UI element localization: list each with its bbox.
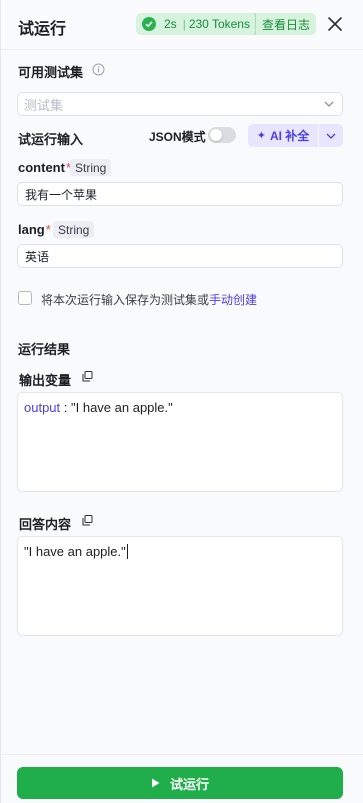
run-button[interactable]: 试运行 (17, 767, 343, 799)
output-var-label: 输出变量 (19, 373, 72, 388)
json-mode-label: JSON模式 (149, 130, 206, 144)
ai-complete-button[interactable]: ✦ AI 补全 (248, 124, 318, 147)
play-icon (151, 778, 160, 788)
testset-select[interactable]: 测试集 (17, 92, 343, 116)
save-as-testset-checkbox[interactable] (18, 291, 32, 305)
output-key: output (24, 400, 61, 415)
save-option-text: 将本次运行输入保存为测试集或 (41, 293, 210, 307)
run-duration: 2s (164, 17, 177, 31)
panel-title: 试运行 (18, 21, 67, 38)
run-button-label: 试运行 (169, 776, 209, 792)
field-lang-label: lang* (18, 222, 51, 237)
field-lang-name: lang (18, 222, 45, 237)
panel-header: 试运行 2s | 230 Tokens 查看日志 (1, 0, 363, 50)
run-status-badge: 2s | 230 Tokens 查看日志 (136, 13, 316, 35)
output-var-box[interactable]: output : "I have an apple." (17, 392, 343, 492)
ai-complete-dropdown[interactable] (319, 124, 343, 147)
json-mode-toggle[interactable] (208, 127, 236, 143)
answer-label: 回答内容 (19, 517, 72, 532)
copy-icon[interactable] (82, 515, 93, 526)
badge-separator: | (182, 17, 186, 31)
close-icon (328, 17, 342, 31)
testset-label: 可用测试集 (18, 65, 84, 80)
run-input-label: 试运行输入 (18, 132, 84, 147)
view-log-link[interactable]: 查看日志 (254, 13, 316, 35)
check-circle-icon (142, 17, 156, 31)
sparkle-icon: ✦ (256, 130, 266, 142)
manual-create-link[interactable]: 手动创建 (209, 293, 257, 307)
run-result-label: 运行结果 (18, 342, 71, 357)
info-icon[interactable] (92, 63, 105, 76)
save-as-testset-text: 将本次运行输入保存为测试集或手动创建 (41, 291, 257, 308)
field-lang-type: String (53, 221, 95, 238)
field-content-name: content (18, 160, 65, 175)
required-mark: * (45, 222, 51, 237)
chevron-down-icon (326, 133, 336, 139)
text-cursor (126, 544, 128, 559)
output-separator: : (60, 400, 71, 415)
testset-placeholder: 测试集 (24, 97, 64, 113)
chevron-down-icon (324, 101, 334, 107)
ai-complete-label: AI 补全 (269, 129, 310, 143)
field-content-type: String (70, 159, 112, 176)
copy-icon[interactable] (82, 371, 93, 382)
close-button[interactable] (326, 15, 344, 33)
toggle-knob (210, 129, 222, 141)
answer-box[interactable]: "I have an apple." (17, 536, 343, 636)
output-value: "I have an apple." (71, 400, 173, 415)
content-input[interactable]: 我有一个苹果 (17, 182, 343, 206)
lang-input[interactable]: 英语 (17, 244, 343, 268)
test-run-panel: 试运行 2s | 230 Tokens 查看日志 可用测试集 测试集 试运行输入… (0, 0, 363, 803)
field-content-label: content* (18, 160, 71, 175)
token-count: 230 Tokens (188, 17, 250, 31)
answer-value: "I have an apple." (24, 544, 126, 559)
